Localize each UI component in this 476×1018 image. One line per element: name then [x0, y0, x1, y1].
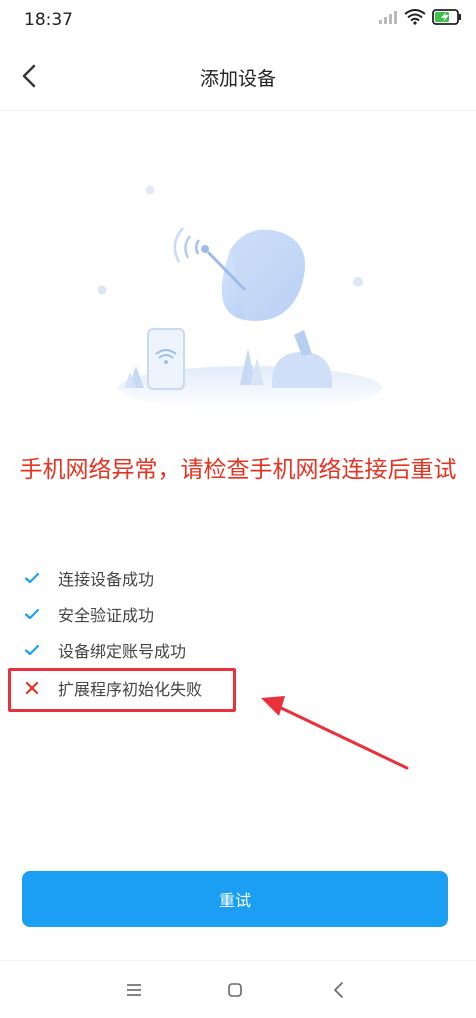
- check-icon: [24, 644, 40, 656]
- step-item: 设备绑定账号成功: [0, 632, 476, 668]
- step-label: 设备绑定账号成功: [58, 642, 187, 661]
- wifi-icon: [404, 9, 426, 25]
- status-bar: 18:37: [0, 0, 476, 40]
- home-button[interactable]: [220, 975, 250, 1005]
- annotation-arrow: [261, 696, 409, 770]
- step-label: 连接设备成功: [58, 570, 155, 589]
- check-icon: [24, 608, 40, 620]
- home-icon: [228, 983, 242, 997]
- menu-icon: [127, 984, 141, 996]
- menu-button[interactable]: [119, 975, 149, 1005]
- signal-icon: [379, 11, 397, 24]
- step-item: 安全验证成功: [0, 596, 476, 632]
- system-back-button[interactable]: [324, 975, 354, 1005]
- status-time: 18:37: [24, 10, 73, 30]
- error-message: 手机网络异常，请检查手机网络连接后重试: [19, 457, 457, 483]
- battery-charging-icon: [432, 9, 461, 25]
- system-nav-bar: [0, 960, 476, 1018]
- back-icon: [334, 982, 343, 998]
- step-item: 连接设备成功: [0, 560, 476, 596]
- status-icons: [378, 9, 462, 25]
- nav-bar: 添加设备: [0, 40, 476, 111]
- retry-button[interactable]: 重试: [22, 871, 448, 927]
- check-icon: [24, 572, 40, 584]
- step-label: 安全验证成功: [58, 606, 155, 625]
- annotation-highlight-box: [8, 668, 236, 712]
- satellite-dish-illustration: [97, 185, 382, 410]
- page-title: 添加设备: [199, 68, 276, 90]
